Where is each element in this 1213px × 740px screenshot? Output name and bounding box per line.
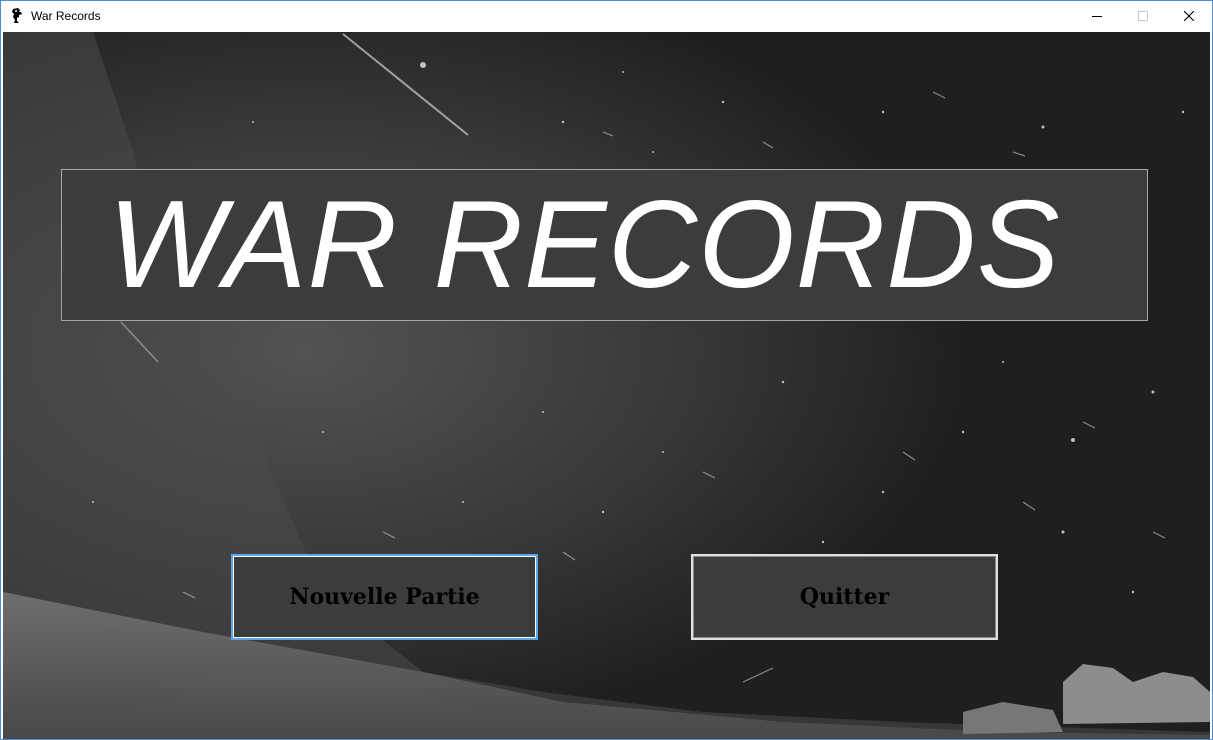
title-bar[interactable]: War Records <box>1 1 1212 31</box>
minimize-icon <box>1092 16 1102 17</box>
minimize-button[interactable] <box>1074 1 1120 31</box>
close-icon <box>1184 11 1194 21</box>
title-banner: WAR RECORDS <box>61 169 1148 321</box>
game-title: WAR RECORDS <box>108 176 1061 314</box>
maximize-button[interactable] <box>1120 1 1166 31</box>
app-icon <box>9 8 25 24</box>
window-controls <box>1074 1 1212 31</box>
window-title: War Records <box>31 9 101 23</box>
space-background-image <box>3 32 1210 739</box>
game-menu: WAR RECORDS Nouvelle Partie Quitter <box>3 32 1210 739</box>
quit-button[interactable]: Quitter <box>691 554 998 640</box>
app-window: War Records WAR RECORDS Nouvelle Partie … <box>0 0 1213 740</box>
new-game-button[interactable]: Nouvelle Partie <box>231 554 538 640</box>
close-button[interactable] <box>1166 1 1212 31</box>
maximize-icon <box>1138 11 1148 21</box>
